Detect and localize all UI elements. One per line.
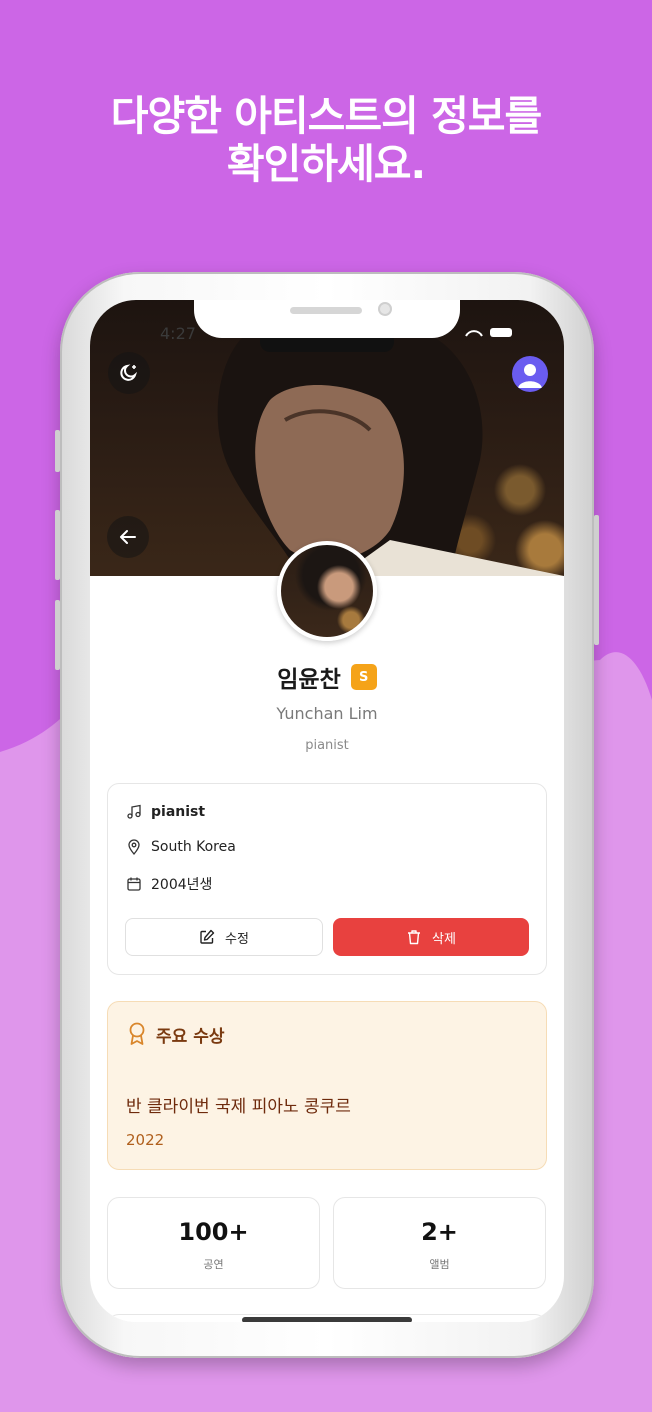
info-item-text: pianist [151, 804, 206, 820]
status-icons [465, 328, 512, 337]
grade-badge: S [350, 664, 377, 690]
artist-info-card: pianist South Korea 2004년생 수정 삭제 [107, 783, 547, 975]
headline-line-2: 확인하세요. [226, 140, 426, 188]
phone-side-button [55, 430, 60, 472]
artist-role: pianist [305, 738, 349, 753]
home-indicator[interactable] [242, 1317, 412, 1322]
phone-camera [378, 302, 392, 316]
stat-value: 100+ [178, 1218, 249, 1246]
info-item-text: South Korea [151, 839, 236, 855]
promo-headline: 다양한 아티스트의 정보를 확인하세요. [0, 92, 652, 188]
edit-button-label: 수정 [225, 931, 249, 947]
headline-line-1: 다양한 아티스트의 정보를 [110, 92, 542, 140]
stat-card-albums: 2+ 앨범 [333, 1197, 546, 1289]
stat-value: 2+ [421, 1218, 458, 1246]
phone-notch [194, 300, 460, 338]
back-button[interactable] [107, 516, 149, 558]
info-item-country: South Korea [126, 839, 236, 855]
info-item-role: pianist [126, 804, 205, 820]
stat-card-performances: 100+ 공연 [107, 1197, 320, 1289]
award-card: 주요 수상 반 클라이번 국제 피아노 콩쿠르 2022 [107, 1001, 547, 1170]
artist-avatar [277, 541, 377, 641]
phone-side-button [594, 515, 599, 645]
moon-sparkle-icon [120, 364, 138, 381]
status-time: 4:27 [160, 324, 196, 343]
user-avatar-button[interactable] [512, 356, 548, 392]
trash-icon [408, 930, 421, 945]
award-year: 2022 [126, 1131, 165, 1149]
artist-name: 임윤찬 [277, 667, 341, 693]
delete-button-label: 삭제 [432, 931, 456, 947]
user-icon [518, 364, 542, 388]
artist-name-row: 임윤찬 S [90, 660, 564, 694]
info-item-text: 2004년생 [151, 877, 213, 893]
app-screen: 4:27 임윤찬 S Yunchan Lim pianist pianist S… [90, 300, 564, 1322]
edit-button[interactable]: 수정 [125, 918, 323, 956]
phone-speaker [290, 307, 362, 314]
stat-label: 앨범 [429, 1258, 450, 1271]
phone-side-button [55, 510, 60, 580]
info-item-birth: 2004년생 [126, 874, 212, 894]
dark-mode-toggle[interactable] [108, 352, 150, 394]
artist-hero-photo: 4:27 [90, 300, 564, 576]
stat-label: 공연 [203, 1258, 224, 1271]
award-ribbon-icon [129, 1022, 145, 1045]
notch-bar [260, 338, 394, 352]
map-pin-icon [128, 839, 140, 855]
edit-icon [200, 929, 215, 944]
arrow-left-icon [120, 530, 136, 544]
award-section-title: 주요 수상 [156, 1027, 225, 1047]
delete-button[interactable]: 삭제 [333, 918, 529, 956]
phone-side-button [55, 600, 60, 670]
award-name: 반 클라이번 국제 피아노 콩쿠르 [126, 1097, 351, 1117]
music-note-icon [127, 804, 141, 819]
calendar-icon [127, 877, 141, 891]
artist-english-name: Yunchan Lim [276, 704, 378, 723]
